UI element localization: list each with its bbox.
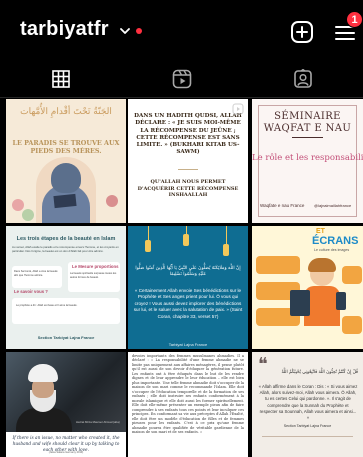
box-text: La beauté spirituelle surpasse toutes le… — [70, 272, 117, 279]
post-signature: Tarbiyat Lajna France — [168, 342, 208, 347]
post-signature: Section Tarbiyat Lajna France — [283, 424, 332, 428]
photo-caption: Hazrat Mirza Masroor Ahmad (aba) — [76, 420, 120, 424]
phone-illustration — [336, 292, 346, 310]
post-french-translation: « Allah affirme dans le Coran : Dis : « … — [258, 384, 358, 421]
post-hadith-text: DANS UN HADITH QUDSI, ALLAH DÉCLARE : « … — [134, 113, 242, 156]
lantern-icon — [145, 240, 151, 252]
divider — [262, 436, 353, 437]
post-footer: Waqfate e nau France — [260, 203, 305, 208]
flower-decoration — [106, 195, 118, 207]
post-body: Le rôle et les responsabilités des paren… — [252, 153, 363, 163]
post-thumbnail[interactable]: DANS UN HADITH QUDSI, ALLAH DÉCLARE : « … — [128, 99, 248, 223]
post-body: devoirs importants des femmes musulmanes… — [132, 354, 244, 434]
tablet-illustration — [290, 290, 310, 316]
box-text: Dans Sa bonté, Allah a crée la beauté af… — [14, 270, 58, 277]
create-post-button[interactable] — [290, 20, 314, 44]
post-arabic-verse: إِنَّ اللَّهَ وَمَلَائِكَتَهُ يُصَلُّونَ… — [135, 266, 241, 278]
post-intro: Au verset, Allah exalte le paradis et le… — [12, 245, 119, 253]
post-footer-handle: @lajnaimaillahfrance — [314, 203, 352, 208]
info-card — [256, 256, 300, 274]
box-label: Le savoir vous ? — [14, 289, 48, 294]
post-reference: (Jalsa Salana Germany 2019) — [48, 451, 84, 454]
post-title-ecrans: ÉCRANS — [312, 235, 359, 247]
hijab-illustration — [51, 163, 81, 193]
grid-icon — [51, 70, 70, 88]
box-label: Le Mesure proportions — [72, 264, 119, 269]
lantern-string — [186, 226, 187, 234]
post-thumbnail[interactable]: devoirs importants des femmes musulmanes… — [128, 352, 248, 457]
tagged-icon — [293, 69, 312, 88]
chevron-down-icon[interactable] — [118, 24, 132, 38]
lantern-string — [148, 226, 149, 240]
posts-grid: الجَنّةُ تَحْتَ أقْدامِ الأُمَّهات LE PA… — [0, 99, 363, 457]
profile-header: tarbiyatfr 1 — [0, 0, 363, 60]
lantern-icon — [183, 234, 189, 246]
post-thumbnail[interactable]: Hazrat Mirza Masroor Ahmad (aba) If ther… — [6, 352, 126, 457]
divider — [292, 137, 323, 138]
lantern-string — [226, 226, 227, 244]
tabs-divider — [0, 97, 363, 98]
info-card — [342, 266, 362, 284]
post-title-et: ET — [316, 228, 325, 235]
notification-badge: 1 — [346, 11, 363, 28]
box-text: Le prophète a dit : Allah est beau et Il… — [16, 304, 78, 307]
post-subtitle: Le culture des images — [314, 248, 350, 252]
post-heading: Les trois étapes de la beauté en Islam — [16, 236, 116, 242]
post-thumbnail[interactable]: Les trois étapes de la beauté en Islam A… — [6, 226, 126, 349]
post-dua-text: QU'ALLAH NOUS PERMET D'ACQUÉRIR CETTE RÉ… — [137, 179, 239, 198]
post-title: SÉMINAIRE WAQFAT E NAU — [263, 111, 352, 134]
tab-grid[interactable] — [0, 60, 121, 98]
post-thumbnail[interactable]: ET ÉCRANS Le culture des images — [252, 226, 363, 349]
tab-tagged[interactable] — [242, 60, 363, 98]
profile-username[interactable]: tarbiyatfr — [20, 18, 109, 41]
quran-illustration — [53, 193, 77, 209]
info-card — [342, 316, 362, 334]
post-french-translation: « Certainement Allah envoie Ses bénédict… — [133, 288, 243, 319]
post-arabic-text: الجَنّةُ تَحْتَ أقْدامِ الأُمَّهات — [20, 107, 112, 117]
reels-icon — [172, 69, 191, 89]
divider — [178, 169, 198, 170]
post-thumbnail[interactable]: الجَنّةُ تَحْتَ أقْدامِ الأُمَّهات LE PA… — [6, 99, 126, 223]
post-thumbnail[interactable]: إِنَّ اللَّهَ وَمَلَائِكَتَهُ يُصَلُّونَ… — [128, 226, 248, 349]
post-thumbnail[interactable]: SÉMINAIRE WAQFAT E NAU Le rôle et les re… — [252, 99, 363, 223]
new-activity-dot — [136, 28, 142, 34]
reel-icon — [232, 103, 244, 115]
post-signature: Section Tarbiyat Lajna France — [37, 335, 95, 340]
flower-decoration — [12, 199, 24, 211]
info-box — [12, 298, 120, 324]
child-hair-illustration — [308, 258, 336, 272]
post-arabic-verse: قُلْ إِنْ كُنْتُمْ تُحِبُّونَ اللَّهَ فَ… — [281, 370, 358, 375]
post-caption: LE PARADIS SE TROUVE AUX PIEDS DES MÈRES… — [12, 139, 120, 155]
leaf-decoration — [22, 209, 34, 221]
post-thumbnail[interactable]: ❝ قُلْ إِنْ كُنْتُمْ تُحِبُّونَ اللَّهَ … — [252, 352, 363, 457]
profile-tabs — [0, 60, 363, 98]
lantern-icon — [223, 244, 229, 256]
tab-reels[interactable] — [121, 60, 242, 98]
